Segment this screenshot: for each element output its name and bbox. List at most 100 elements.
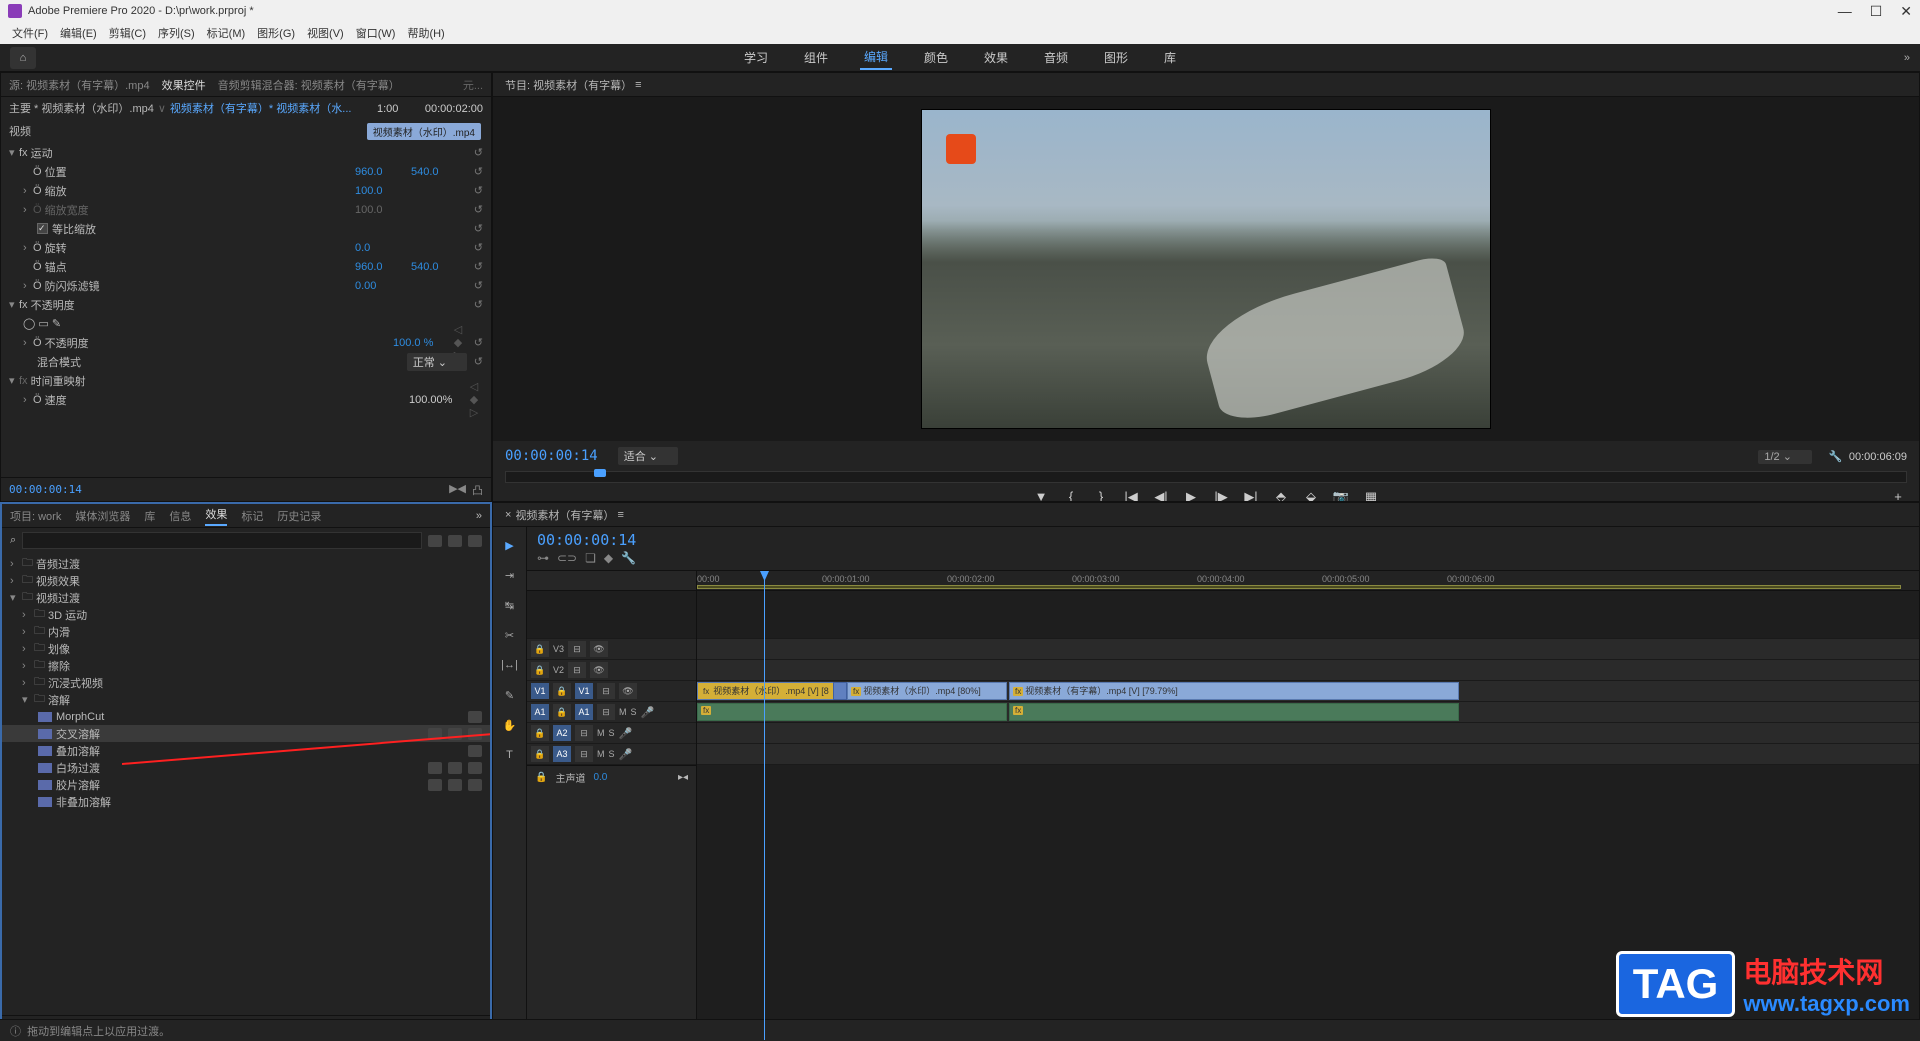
slip-tool[interactable]: |↔| [500, 655, 520, 675]
filter-32bit-icon[interactable] [448, 535, 462, 547]
menu-markers[interactable]: 标记(M) [203, 25, 250, 41]
tab-effect-controls[interactable]: 效果控件 [162, 77, 206, 93]
clip-a1-a[interactable]: fx [697, 703, 1007, 721]
timeline-sequence-name[interactable]: 视频素材（有字幕） [515, 507, 614, 523]
track-toggle[interactable]: ⊟ [575, 746, 593, 762]
reset-icon[interactable]: ↺ [467, 203, 483, 216]
panel-overflow[interactable]: » [476, 510, 482, 522]
play-button[interactable]: ▶ [1182, 489, 1200, 502]
mask-ellipse-icon[interactable]: ◯ [23, 317, 35, 330]
reset-icon[interactable]: ↺ [467, 184, 483, 197]
nav-audio[interactable]: 音频 [1040, 46, 1072, 69]
go-to-in-button[interactable]: |◀ [1122, 489, 1140, 502]
in-point-button[interactable]: { [1062, 489, 1080, 502]
effect-cross-dissolve[interactable]: 交叉溶解 [56, 726, 428, 742]
effect-dip-white[interactable]: 白场过渡 [56, 760, 428, 776]
target-a2[interactable]: A2 [553, 725, 571, 741]
effects-search-input[interactable] [22, 532, 422, 549]
reset-icon[interactable]: ↺ [467, 260, 483, 273]
ec-timecode[interactable]: 00:00:00:14 [9, 483, 82, 496]
target-a1[interactable]: A1 [575, 704, 593, 720]
time-remap-label[interactable]: 时间重映射 [31, 373, 483, 389]
resolution-select[interactable]: 1/2 ⌄ [1758, 450, 1812, 464]
tab-info[interactable]: 信息 [169, 508, 191, 524]
type-tool[interactable]: T [500, 745, 520, 765]
button-editor[interactable]: + [1889, 489, 1907, 502]
maximize-button[interactable]: ☐ [1870, 3, 1883, 20]
reset-icon[interactable]: ↺ [467, 165, 483, 178]
track-v1[interactable]: fx视频素材（水印）.mp4 [V] [8 fx视频素材（水印）.mp4 [80… [697, 681, 1919, 702]
reset-icon[interactable]: ↺ [467, 355, 483, 368]
meter-icon[interactable]: ▸◂ [678, 772, 688, 783]
track-toggle[interactable]: ⊟ [575, 725, 593, 741]
nav-assembly[interactable]: 组件 [800, 46, 832, 69]
nav-editing[interactable]: 编辑 [860, 45, 892, 70]
track-lock[interactable]: 🔒 [553, 683, 571, 699]
anchor-x[interactable]: 960.0 [355, 261, 411, 273]
menu-clip[interactable]: 剪辑(C) [105, 25, 150, 41]
antiflicker-value[interactable]: 0.00 [355, 280, 411, 292]
export-frame-button[interactable]: 📷 [1332, 489, 1350, 502]
menu-window[interactable]: 窗口(W) [352, 25, 400, 41]
zoom-fit-select[interactable]: 适合 ⌄ [618, 447, 678, 465]
step-forward-button[interactable]: |▶ [1212, 489, 1230, 502]
track-select-tool[interactable]: ⇥ [500, 565, 520, 585]
track-v2[interactable] [697, 660, 1919, 681]
extract-button[interactable]: ⬙ [1302, 489, 1320, 502]
pen-tool[interactable]: ✎ [500, 685, 520, 705]
tab-effects[interactable]: 效果 [205, 506, 227, 526]
motion-label[interactable]: 运动 [31, 145, 467, 161]
program-viewer[interactable] [493, 97, 1919, 441]
razor-tool[interactable]: ✂ [500, 625, 520, 645]
clip-v1-b[interactable]: fx视频素材（水印）.mp4 [80%] [847, 682, 1007, 700]
menu-help[interactable]: 帮助(H) [403, 25, 448, 41]
nav-color[interactable]: 颜色 [920, 46, 952, 69]
position-y[interactable]: 540.0 [411, 166, 467, 178]
scale-value[interactable]: 100.0 [355, 185, 411, 197]
snap-icon[interactable]: ⊶ [537, 551, 549, 565]
menu-sequence[interactable]: 序列(S) [154, 25, 199, 41]
close-button[interactable]: ✕ [1900, 3, 1912, 20]
tab-history[interactable]: 历史记录 [277, 508, 321, 524]
zoom-icon[interactable]: ▶◀ [449, 482, 466, 498]
program-timecode[interactable]: 00:00:00:14 [505, 448, 598, 464]
program-scrubber[interactable] [505, 471, 1907, 483]
settings-icon[interactable]: ◆ [604, 551, 613, 565]
marker-icon[interactable]: ❏ [585, 551, 596, 565]
reset-icon[interactable]: ↺ [467, 298, 483, 311]
track-toggle[interactable]: ⊟ [568, 641, 586, 657]
out-point-button[interactable]: } [1092, 489, 1110, 502]
track-toggle[interactable]: ⊟ [568, 662, 586, 678]
track-eye[interactable]: 👁 [590, 641, 608, 657]
menu-graphics[interactable]: 图形(G) [253, 25, 299, 41]
clip-a1-b[interactable]: fx [1009, 703, 1459, 721]
effect-non-additive[interactable]: 非叠加溶解 [56, 794, 482, 810]
track-a2[interactable] [697, 723, 1919, 744]
ripple-edit-tool[interactable]: ↹ [500, 595, 520, 615]
timeline-ruler[interactable]: 00:00 00:00:01:00 00:00:02:00 00:00:03:0… [697, 571, 1919, 591]
mic-icon[interactable]: 🎤 [619, 748, 633, 761]
master-value[interactable]: 0.0 [593, 772, 607, 783]
ec-breadcrumb-link[interactable]: 视频素材（有字幕）* 视频素材（水... [170, 100, 352, 116]
speed-value[interactable]: 100.00% [409, 394, 465, 406]
nav-libraries[interactable]: 库 [1160, 46, 1180, 69]
track-toggle[interactable]: ⊟ [597, 704, 615, 720]
menu-view[interactable]: 视图(V) [303, 25, 348, 41]
reset-icon[interactable]: ↺ [467, 279, 483, 292]
tab-audio-mixer[interactable]: 音频剪辑混合器: 视频素材（有字幕） [218, 77, 400, 93]
selection-tool[interactable]: ▶ [500, 535, 520, 555]
nav-graphics[interactable]: 图形 [1100, 46, 1132, 69]
tree-audio-transitions[interactable]: 音频过渡 [36, 556, 482, 572]
mask-pen-icon[interactable]: ✎ [52, 317, 61, 330]
reset-icon[interactable]: ↺ [467, 222, 483, 235]
track-toggle[interactable]: ⊟ [597, 683, 615, 699]
track-eye[interactable]: 👁 [619, 683, 637, 699]
uniform-scale-checkbox[interactable] [37, 223, 48, 234]
anchor-y[interactable]: 540.0 [411, 261, 467, 273]
mic-icon[interactable]: 🎤 [641, 706, 655, 719]
track-v3[interactable] [697, 639, 1919, 660]
effect-morphcut[interactable]: MorphCut [56, 711, 468, 723]
track-lock[interactable]: 🔒 [553, 704, 571, 720]
blend-mode-select[interactable]: 正常 ⌄ [407, 353, 467, 371]
filter-yuv-icon[interactable] [468, 535, 482, 547]
